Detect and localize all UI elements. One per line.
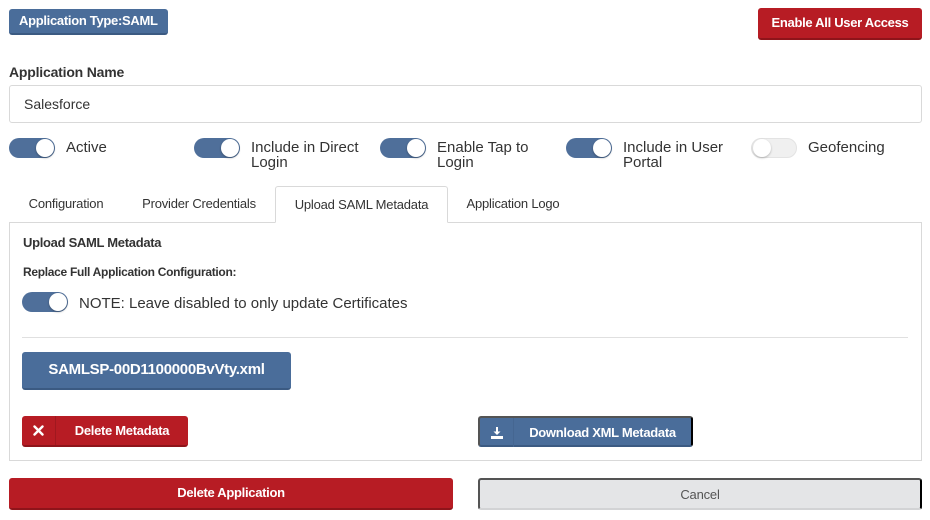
tab-upload-saml-metadata[interactable]: Upload SAML Metadata [275, 186, 448, 223]
delete-metadata-button[interactable]: Delete Metadata [22, 416, 188, 447]
tab-provider-credentials[interactable]: Provider Credentials [128, 186, 270, 223]
toggle-knob [221, 139, 239, 157]
application-type-badge: Application Type:SAML [9, 9, 168, 35]
include-user-portal-label: Include in User Portal [623, 139, 724, 171]
cancel-button[interactable]: Cancel [478, 478, 922, 510]
panel-title: Upload SAML Metadata [23, 235, 162, 250]
metadata-file-button[interactable]: SAMLSP-00D1100000BvVty.xml [22, 352, 291, 390]
panel-divider [22, 337, 908, 338]
download-xml-metadata-label: Download XML Metadata [529, 425, 676, 440]
delete-application-button[interactable]: Delete Application [9, 478, 453, 510]
delete-metadata-label: Delete Metadata [74, 423, 170, 438]
application-name-input[interactable] [9, 85, 922, 123]
enable-tap-to-login-label: Enable Tap to Login [437, 139, 529, 171]
enable-tap-to-login-toggle[interactable] [380, 138, 426, 158]
close-icon [22, 416, 56, 445]
toggle-knob [407, 139, 425, 157]
replace-config-label: Replace Full Application Configuration: [23, 265, 237, 279]
tab-configuration[interactable]: Configuration [14, 186, 118, 223]
replace-config-note: NOTE: Leave disabled to only update Cert… [79, 295, 408, 312]
include-direct-login-toggle[interactable] [194, 138, 240, 158]
geofencing-label: Geofencing [808, 139, 885, 156]
geofencing-toggle[interactable] [751, 138, 797, 158]
tab-application-logo[interactable]: Application Logo [452, 186, 574, 223]
enable-all-user-access-button[interactable]: Enable All User Access [758, 8, 922, 40]
download-icon [480, 418, 514, 447]
toggle-knob [36, 139, 54, 157]
application-name-label: Application Name [9, 64, 125, 80]
toggle-knob [593, 139, 611, 157]
toggle-knob [49, 293, 67, 311]
active-toggle-label: Active [66, 139, 107, 156]
replace-config-toggle[interactable] [22, 292, 68, 312]
include-user-portal-toggle[interactable] [566, 138, 612, 158]
download-xml-metadata-button[interactable]: Download XML Metadata [478, 416, 693, 447]
toggle-knob [753, 139, 771, 157]
include-direct-login-label: Include in Direct Login [251, 139, 359, 171]
active-toggle[interactable] [9, 138, 55, 158]
